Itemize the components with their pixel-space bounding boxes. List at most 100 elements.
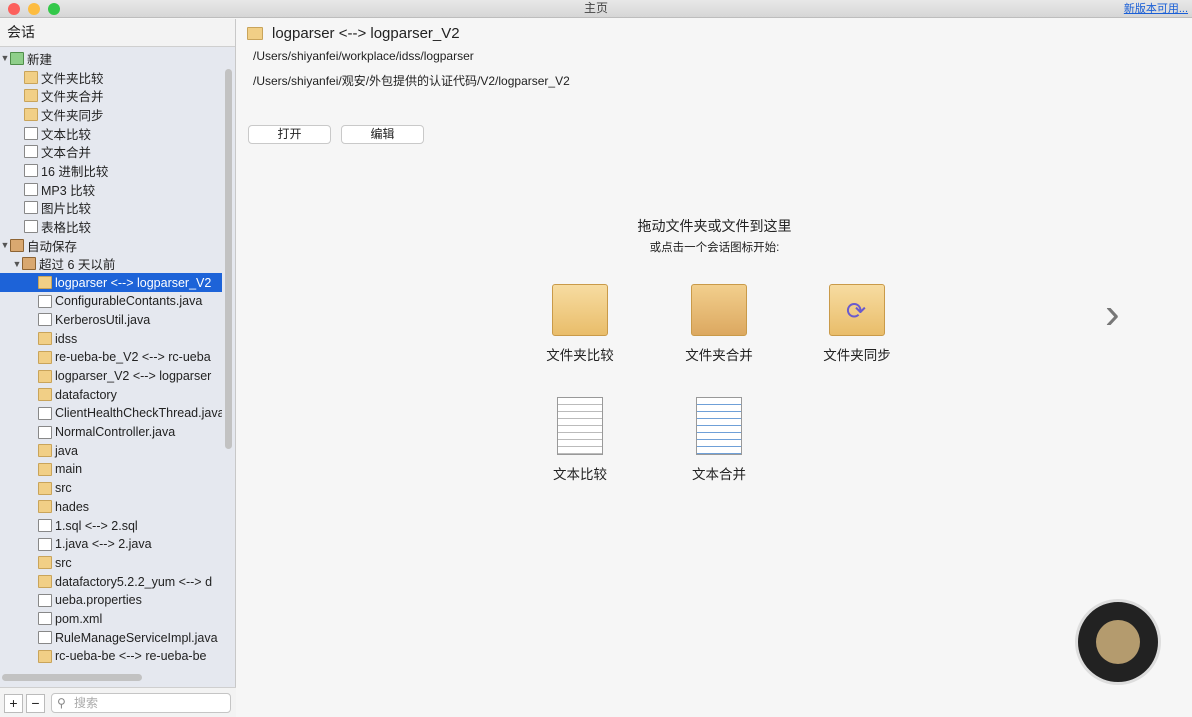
tree-item-label: ClientHealthCheckThread.java [55, 406, 222, 421]
tile-label: 文件夹同步 [823, 348, 891, 363]
tree-item[interactable]: 1.sql <--> 2.sql [0, 516, 222, 535]
tree-item[interactable]: re-ueba-be_V2 <--> rc-ueba [0, 348, 222, 367]
tree-item[interactable]: hades [0, 498, 222, 517]
tree-item-label: main [55, 462, 83, 477]
tree-item[interactable]: datafactory5.2.2_yum <--> d [0, 572, 222, 591]
search-input[interactable]: ⚲ 搜索 [51, 693, 231, 713]
tree-item[interactable]: 16 进制比较 [0, 161, 222, 180]
tree-item[interactable]: src [0, 479, 222, 498]
minimize-button[interactable] [28, 3, 40, 15]
tree-item[interactable]: NormalController.java [0, 423, 222, 442]
document-icon [38, 313, 52, 327]
drop-subhint: 或点击一个会话图标开始: [649, 242, 780, 254]
zoom-button[interactable] [48, 3, 60, 15]
search-icon: ⚲ [57, 696, 66, 710]
tree-item-label: src [55, 481, 72, 496]
tile-folder-merge[interactable]: 文件夹合并 [664, 284, 774, 364]
tree-item[interactable]: idss [0, 329, 222, 348]
tree-item[interactable]: ▼ 超过 6 天以前 [0, 255, 222, 274]
tree-item[interactable]: 文件夹合并 [0, 86, 222, 105]
tree-item[interactable]: src [0, 554, 222, 573]
document-icon [38, 294, 52, 308]
document-icon [38, 537, 52, 551]
document-icon [38, 425, 52, 439]
tile-folder-compare[interactable]: 文件夹比较 [525, 284, 635, 364]
tree-item[interactable]: ClientHealthCheckThread.java [0, 404, 222, 423]
tree-item[interactable]: ▼ 自动保存 [0, 236, 222, 255]
document-icon [38, 406, 52, 420]
text-doc-icon [557, 397, 603, 455]
sessions-sidebar: 会话 ▼ 新建 文件夹比较 文件夹合并 文件夹同步 文本比较 文本合并 16 进制比较 MP3 … [0, 19, 236, 717]
home-panel: logparser <--> logparser_V2 /Users/shiya… [237, 19, 1192, 717]
scooter-software-seal-logo [1075, 599, 1161, 685]
disclosure-triangle-icon[interactable]: ▼ [0, 53, 10, 63]
tree-item[interactable]: KerberosUtil.java [0, 311, 222, 330]
session-tree: ▼ 新建文件夹比较 文件夹合并 文件夹同步 文本比较 文本合并 16 进制比较 MP3 比较图… [0, 49, 222, 689]
tree-item[interactable]: rc-ueba-be <--> re-ueba-be [0, 647, 222, 666]
tree-item[interactable]: java [0, 441, 222, 460]
tree-item-label: re-ueba-be_V2 <--> rc-ueba [55, 350, 211, 365]
tree-item[interactable]: 文件夹比较 [0, 68, 222, 87]
document-icon [38, 519, 52, 533]
tree-item[interactable]: 文件夹同步 [0, 105, 222, 124]
tree-item[interactable]: 文本比较 [0, 124, 222, 143]
update-link[interactable]: 新版本可用... [1124, 1, 1188, 18]
folder-compare-icon [247, 27, 263, 40]
tree-item-label: ueba.properties [55, 593, 142, 608]
tile-folder-sync[interactable]: ⟳ 文件夹同步 [802, 284, 912, 364]
tile-text-compare[interactable]: 文本比较 [525, 397, 635, 483]
close-button[interactable] [8, 3, 20, 15]
tree-item-label: logparser_V2 <--> logparser [55, 369, 212, 384]
tile-label: 文件夹合并 [685, 348, 753, 363]
tree-item[interactable]: 表格比较 [0, 217, 222, 236]
tree-item[interactable]: pom.xml [0, 610, 222, 629]
tree-item[interactable]: 1.java <--> 2.java [0, 535, 222, 554]
tree-item-label: 1.java <--> 2.java [55, 537, 152, 552]
tree-item-label: src [55, 555, 72, 570]
tree-item[interactable]: RuleManageServiceImpl.java [0, 628, 222, 647]
folder-icon [38, 350, 52, 364]
tree-item-label: 自动保存 [27, 239, 78, 254]
tree-item[interactable]: MP3 比较 [0, 180, 222, 199]
session-title: logparser <--> logparser_V2 [272, 25, 460, 42]
tree-item[interactable]: 图片比较 [0, 199, 222, 218]
next-page-chevron-icon[interactable]: › [1105, 289, 1120, 339]
folder-icon [38, 369, 52, 383]
folder-icon [552, 284, 608, 336]
tree-item[interactable]: main [0, 460, 222, 479]
group-icon [10, 238, 24, 252]
tree-item[interactable]: ueba.properties [0, 591, 222, 610]
tree-item-label: 表格比较 [41, 221, 92, 236]
tile-text-merge[interactable]: 文本合并 [664, 397, 774, 483]
tree-item-label: 16 进制比较 [41, 164, 109, 179]
document-icon [38, 593, 52, 607]
tree-item-label: 文件夹比较 [41, 71, 104, 86]
folder-icon [38, 462, 52, 476]
tree-item[interactable]: logparser_V2 <--> logparser [0, 367, 222, 386]
folder-icon [38, 500, 52, 514]
folder-icon [38, 556, 52, 570]
vertical-scrollbar[interactable] [225, 69, 232, 449]
tree-item-label: datafactory5.2.2_yum <--> d [55, 574, 213, 589]
right-path: /Users/shiyanfei/观安/外包提供的认证代码/V2/logpars… [253, 74, 570, 88]
tree-item[interactable]: logparser <--> logparser_V2 [0, 273, 222, 292]
edit-button[interactable]: 编辑 [341, 125, 424, 144]
horizontal-scrollbar[interactable] [2, 674, 142, 681]
tree-item[interactable]: ConfigurableContants.java [0, 292, 222, 311]
drop-hint: 拖动文件夹或文件到这里 [637, 218, 792, 234]
disclosure-triangle-icon[interactable]: ▼ [12, 259, 22, 269]
tree-item[interactable]: 文本合并 [0, 142, 222, 161]
remove-session-button[interactable]: − [26, 694, 45, 713]
document-icon [24, 145, 38, 159]
tree-item[interactable]: datafactory [0, 385, 222, 404]
folder-icon [38, 388, 52, 402]
sidebar-toolbar: + − ⚲ 搜索 [0, 687, 236, 717]
tree-item[interactable]: ▼ 新建 [0, 49, 222, 68]
add-session-button[interactable]: + [4, 694, 23, 713]
folder-merge-icon [691, 284, 747, 336]
search-placeholder: 搜索 [74, 696, 99, 710]
disclosure-triangle-icon[interactable]: ▼ [0, 240, 10, 250]
document-icon [24, 126, 38, 140]
open-button[interactable]: 打开 [248, 125, 331, 144]
folder-icon [38, 332, 52, 346]
